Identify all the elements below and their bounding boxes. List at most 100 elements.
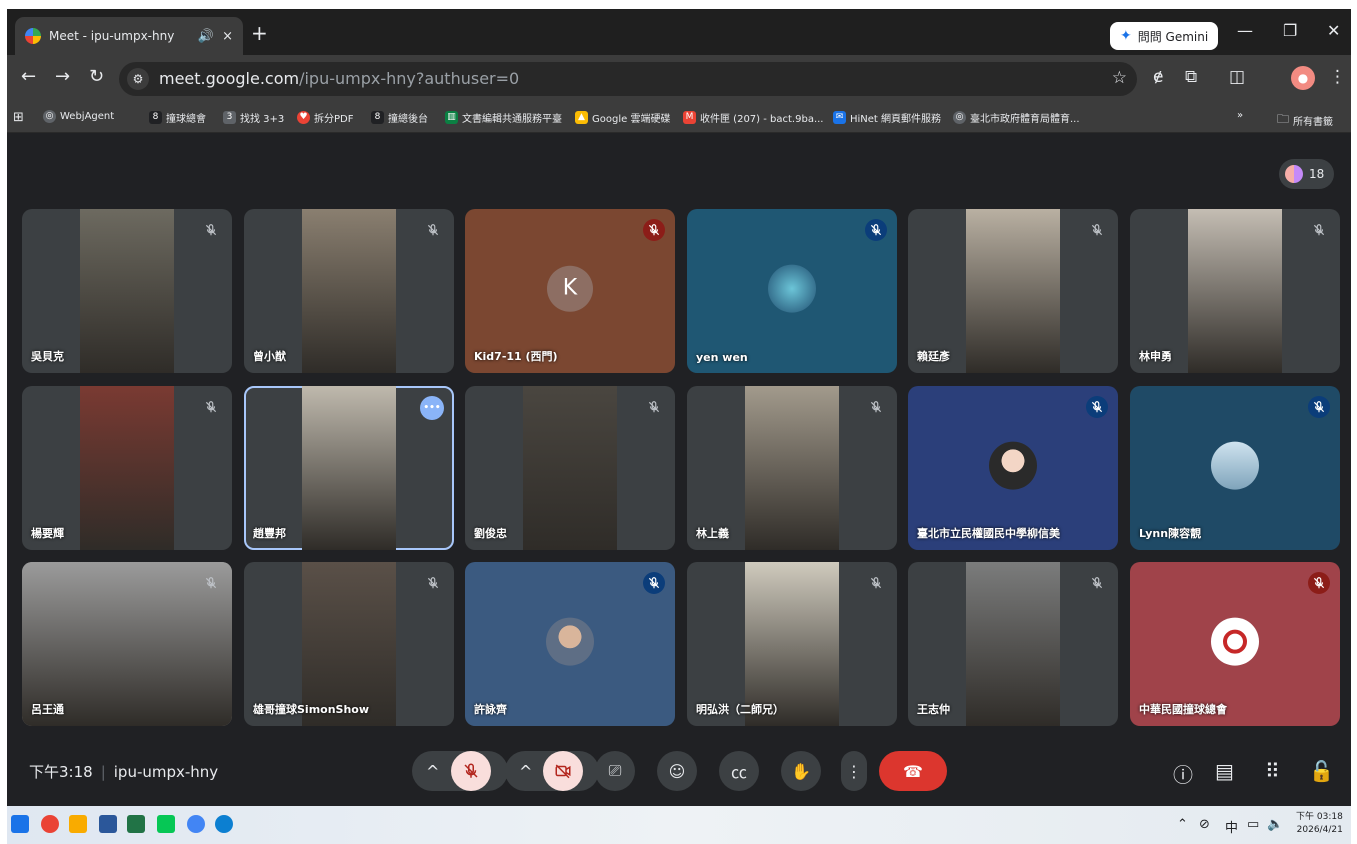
site-info-icon[interactable]: ⚙ [127, 68, 149, 90]
forward-icon[interactable]: → [55, 67, 70, 87]
captions-button[interactable]: ㏄ [719, 751, 759, 791]
file-explorer-icon[interactable] [69, 815, 87, 833]
mic-off-icon [464, 763, 478, 778]
participant-tile[interactable]: yen wen [687, 209, 897, 373]
participant-tile[interactable]: 賴廷彥 [908, 209, 1118, 373]
participant-name: 臺北市立民權國民中學柳信美 [917, 527, 1060, 540]
bookmark-item[interactable]: ♥ 拆分PDF [297, 110, 353, 125]
participant-tile[interactable]: 林上義 [687, 386, 897, 550]
bookmarks-overflow-icon[interactable]: » [1237, 110, 1243, 121]
participant-video [302, 209, 396, 373]
chat-icon[interactable]: ▤ [1215, 759, 1234, 783]
tab-search-icon[interactable]: ◫ [1229, 67, 1245, 87]
participant-tile[interactable]: K Kid7-11 (西門) [465, 209, 675, 373]
display-icon[interactable]: ▭ [1247, 817, 1259, 832]
chrome-profile-icon[interactable] [187, 815, 205, 833]
all-bookmarks-folder[interactable]: 🗀 所有書籤 [1277, 110, 1333, 131]
camera-off-button[interactable] [543, 751, 583, 791]
bookmark-item[interactable]: ✉ HiNet 網頁郵件服務 [833, 110, 941, 125]
bookmark-item[interactable]: ▲ Google 雲端硬碟 [575, 110, 670, 125]
gemini-button[interactable]: ✦ 問問 Gemini [1110, 22, 1219, 50]
bookmark-item[interactable]: 8 撞球總會 [149, 110, 206, 125]
participant-video [966, 562, 1060, 726]
apps-grid-icon[interactable]: ⊞ [13, 110, 24, 125]
bookmark-item[interactable]: 8 撞總後台 [371, 110, 428, 125]
participant-tile[interactable]: 王志仲 [908, 562, 1118, 726]
bookmark-item[interactable]: ▥ 文書編輯共通服務平臺 [445, 110, 562, 125]
participant-video [80, 386, 174, 550]
more-options-button[interactable]: ⋮ [841, 751, 867, 791]
activities-icon[interactable]: ⠿ [1265, 759, 1280, 783]
reload-icon[interactable]: ↻ [89, 67, 104, 87]
chrome-app-icon[interactable] [41, 815, 59, 833]
browser-tab[interactable]: Meet - ipu-umpx-hny 🔊 × [15, 17, 243, 55]
participant-count: 18 [1309, 167, 1325, 181]
participant-tile[interactable]: 臺北市立民權國民中學柳信美 [908, 386, 1118, 550]
participant-tile[interactable]: 呂王通 [22, 562, 232, 726]
association-logo-icon [1223, 629, 1247, 654]
meeting-details-icon[interactable]: ⓘ [1173, 759, 1193, 788]
participant-tile[interactable]: 林申勇 [1130, 209, 1340, 373]
participant-initial-avatar: K [547, 265, 593, 312]
mic-muted-icon [865, 396, 887, 418]
participant-name: 楊要輝 [31, 527, 64, 540]
word-icon[interactable] [99, 815, 117, 833]
participant-tile[interactable]: 中華民國撞球總會 [1130, 562, 1340, 726]
edge-icon[interactable] [215, 815, 233, 833]
mic-muted-icon [1308, 396, 1330, 418]
minimize-icon[interactable]: — [1237, 21, 1253, 40]
participant-count-button[interactable]: 18 [1279, 159, 1335, 189]
bookmark-item[interactable]: ◎ 臺北市政府體育局體育... [953, 110, 1080, 125]
participant-video [966, 209, 1060, 373]
participant-name: 吳貝克 [31, 350, 64, 363]
extension-icon[interactable]: ɇ [1153, 67, 1163, 87]
participant-tile[interactable]: 明弘洪（二師兄） [687, 562, 897, 726]
mic-muted-icon [643, 572, 665, 594]
ime-indicator[interactable]: 中 [1225, 817, 1238, 836]
mic-muted-icon [200, 396, 222, 418]
taskbar-clock[interactable]: 下午 03:18 2026/4/21 [1296, 811, 1343, 837]
extensions-puzzle-icon[interactable]: ⧉ [1185, 67, 1197, 87]
mic-muted-icon [865, 572, 887, 594]
network-off-icon[interactable]: ⊘ [1199, 817, 1210, 832]
participant-tile[interactable]: ••• 趙豐邦 [244, 386, 454, 550]
bookmark-item[interactable]: 3 找找 3+3 [223, 110, 284, 125]
back-icon[interactable]: ← [21, 67, 36, 87]
speaker-icon[interactable]: 🔊 [198, 29, 214, 44]
address-bar[interactable]: ⚙ meet.google.com/ipu-umpx-hny?authuser=… [119, 62, 1137, 96]
camera-off-icon [555, 764, 571, 779]
line-icon[interactable] [157, 815, 175, 833]
tile-more-options-icon[interactable]: ••• [420, 396, 444, 420]
leave-call-button[interactable]: ☎ [879, 751, 947, 791]
participant-tile[interactable]: 雄哥撞球SimonShow [244, 562, 454, 726]
host-controls-icon[interactable]: 🔓 [1309, 759, 1334, 783]
bookmark-star-icon[interactable]: ☆ [1112, 68, 1127, 88]
participant-avatar [546, 617, 594, 666]
profile-avatar[interactable]: ● [1291, 66, 1315, 90]
participant-name: 中華民國撞球總會 [1139, 703, 1227, 716]
bookmark-item[interactable]: M 收件匣 (207) - bact.9ba... [683, 110, 823, 125]
participant-tile[interactable]: 許詠齊 [465, 562, 675, 726]
volume-icon[interactable]: 🔈 [1267, 817, 1283, 832]
excel-icon[interactable] [127, 815, 145, 833]
tab-close-icon[interactable]: × [222, 29, 233, 44]
participant-tile[interactable]: 吳貝克 [22, 209, 232, 373]
participant-tile[interactable]: 楊要輝 [22, 386, 232, 550]
new-tab-button[interactable]: + [251, 23, 268, 43]
bookmarks-bar: ⊞ ◎ WebjAgent 8 撞球總會 3 找找 3+3 ♥ 拆分PDF 8 撞總後台 … [7, 103, 1351, 133]
tray-overflow-icon[interactable]: ⌃ [1177, 817, 1188, 832]
meeting-info: 下午3:18 | ipu-umpx-hny [29, 763, 219, 781]
present-screen-button[interactable]: ⎚ [595, 751, 635, 791]
window-close-icon[interactable]: ✕ [1327, 21, 1340, 40]
mic-muted-icon [1086, 572, 1108, 594]
participant-tile[interactable]: Lynn陳容靚 [1130, 386, 1340, 550]
start-icon[interactable] [11, 815, 29, 833]
participant-tile[interactable]: 劉俊忠 [465, 386, 675, 550]
restore-icon[interactable]: ❐ [1283, 21, 1297, 40]
chrome-menu-icon[interactable]: ⋮ [1329, 67, 1346, 87]
participant-tile[interactable]: 曾小猷 [244, 209, 454, 373]
mic-off-button[interactable] [451, 751, 491, 791]
raise-hand-button[interactable]: ✋ [781, 751, 821, 791]
bookmark-item[interactable]: ◎ WebjAgent [43, 110, 114, 123]
emoji-reaction-button[interactable]: ☺ [657, 751, 697, 791]
